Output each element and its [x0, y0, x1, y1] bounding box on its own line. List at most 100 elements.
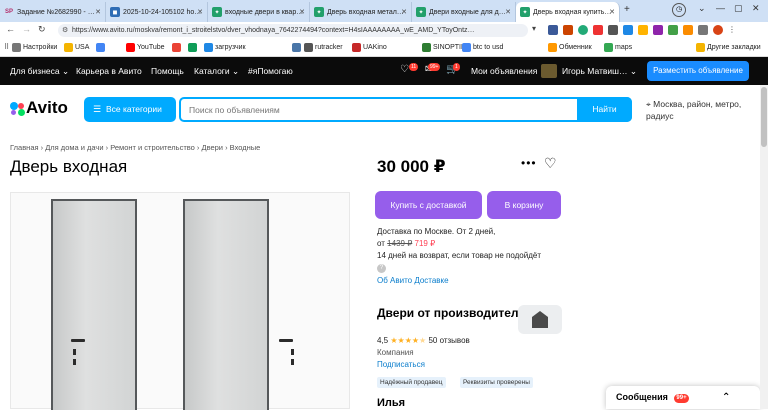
bookmark-item[interactable]: rutracker	[304, 43, 343, 52]
avito-logo[interactable]: Avito	[10, 98, 68, 118]
bookmark-item[interactable]: SINOPTIK	[422, 43, 466, 52]
user-menu[interactable]: Игорь Матвиш… ⌄	[562, 66, 637, 77]
url-text: https://www.avito.ru/moskva/remont_i_str…	[72, 27, 475, 34]
find-button[interactable]: Найти	[577, 97, 632, 122]
bookmark-item[interactable]: USA	[64, 43, 89, 52]
notifications-icon[interactable]: ♡	[400, 64, 409, 75]
bookmark-item[interactable]: загрузчик	[204, 43, 246, 52]
search-box: Найти	[179, 97, 632, 122]
favorite-heart-icon[interactable]: ♡	[544, 155, 557, 172]
my-ads-link[interactable]: Мои объявления	[471, 66, 537, 76]
bookmark-item[interactable]: Обменник	[548, 43, 592, 52]
chevron-up-icon[interactable]: ⌃	[722, 386, 730, 409]
bookmark-item[interactable]: maps	[604, 43, 632, 52]
extension-icon[interactable]	[653, 25, 663, 35]
door-handle	[279, 339, 293, 342]
bookmark-item[interactable]	[172, 43, 183, 52]
messages-widget[interactable]: Сообщения 99+ ⌃	[606, 386, 760, 409]
all-categories-button[interactable]: ☰ Все категории	[84, 97, 176, 122]
forward-icon[interactable]: →	[22, 24, 31, 34]
location-pin-icon: ⌖	[646, 99, 651, 109]
url-field[interactable]: ⚙ https://www.avito.ru/moskva/remont_i_s…	[58, 24, 528, 37]
extension-icon[interactable]	[593, 25, 603, 35]
buy-with-delivery-button[interactable]: Купить с доставкой	[375, 191, 482, 219]
extension-icon[interactable]	[578, 25, 588, 35]
question-icon[interactable]: ?	[377, 264, 386, 273]
minimize-icon[interactable]: —	[716, 3, 725, 13]
exchange-icon	[548, 43, 557, 52]
extension-icon[interactable]	[548, 25, 558, 35]
bookmark-item[interactable]: btc to usd	[462, 43, 503, 52]
help-link[interactable]: Помощь	[151, 66, 184, 76]
add-to-cart-button[interactable]: В корзину	[487, 191, 561, 219]
search-input[interactable]	[189, 103, 579, 117]
extension-icon[interactable]	[683, 25, 693, 35]
reload-icon[interactable]: ↻	[38, 24, 46, 35]
profile-avatar[interactable]	[713, 25, 723, 35]
dropdown-icon[interactable]: ▾	[532, 24, 536, 33]
breadcrumb[interactable]: Главная › Для дома и дачи › Ремонт и стр…	[10, 143, 260, 152]
seller-rating[interactable]: 4,5 ★★★★★ 50 отзывов	[377, 336, 470, 345]
browser-tab[interactable]: SP Задание №2682990 - … ✕	[0, 2, 106, 22]
browser-tab[interactable]: ✦ Двери входные для д… ✕	[412, 2, 516, 22]
bookmark-item[interactable]: Настройки	[12, 43, 57, 52]
close-icon[interactable]: ✕	[299, 8, 305, 16]
close-icon[interactable]: ✕	[197, 8, 203, 16]
address-bar-row: ← → ↻ ⚙ https://www.avito.ru/moskva/remo…	[0, 22, 768, 39]
extension-icon[interactable]	[638, 25, 648, 35]
apps-icon[interactable]: ⠿	[4, 43, 9, 51]
avatar[interactable]	[541, 64, 557, 78]
close-icon[interactable]: ✕	[609, 8, 615, 16]
close-icon[interactable]: ✕	[401, 8, 407, 16]
location-selector[interactable]: ⌖ Москва, район, метро, радиус	[646, 98, 761, 122]
rutracker-icon	[304, 43, 313, 52]
subscribe-link[interactable]: Подписаться	[377, 360, 425, 369]
photo-gallery[interactable]	[10, 192, 350, 410]
bookmarks-bar: ⠿ Настройки USA YouTube загрузчик rutrac…	[0, 39, 768, 57]
close-icon[interactable]: ✕	[95, 8, 101, 16]
extension-icon[interactable]	[623, 25, 633, 35]
site-info-icon[interactable]: ⚙	[62, 24, 68, 37]
extension-icon[interactable]	[563, 25, 573, 35]
back-icon[interactable]: ←	[6, 24, 15, 34]
bookmark-item[interactable]	[188, 43, 199, 52]
post-ad-button[interactable]: Разместить объявление	[647, 61, 749, 81]
extension-icon[interactable]	[608, 25, 618, 35]
browser-tab-bar: SP Задание №2682990 - … ✕ ◼ 2025-10-24-1…	[0, 0, 768, 22]
maximize-icon[interactable]: ▢	[734, 3, 743, 14]
helping-link[interactable]: #яПомогаю	[248, 66, 293, 76]
browser-tab[interactable]: ✦ входные двери в квар… ✕	[208, 2, 310, 22]
catalogs-link[interactable]: Каталоги ⌄	[194, 66, 239, 77]
bookmark-item[interactable]: YouTube	[126, 43, 165, 52]
bookmark-item[interactable]	[96, 43, 107, 52]
youtube-icon	[126, 43, 135, 52]
seller-logo[interactable]	[518, 305, 562, 334]
bookmark-item[interactable]: Другие закладки	[696, 43, 761, 52]
extensions-tray: ⋮	[548, 25, 758, 36]
avito-delivery-link[interactable]: Об Авито Доставке	[377, 276, 449, 285]
extension-icon[interactable]	[698, 25, 708, 35]
bookmark-item[interactable]: UAKino	[352, 43, 387, 52]
bookmark-item[interactable]	[292, 43, 303, 52]
scrollbar-thumb[interactable]	[761, 87, 767, 147]
tab-label: Дверь входная метал…	[327, 8, 404, 16]
notifications-badge: 11	[409, 63, 419, 71]
browser-tab[interactable]: ◼ 2025-10-24-105102 ho… ✕	[106, 2, 208, 22]
seller-name[interactable]: Двери от производителя	[377, 306, 526, 321]
chevron-down-icon[interactable]: ⌄	[698, 3, 706, 14]
close-icon[interactable]: ✕	[505, 8, 511, 16]
for-business-link[interactable]: Для бизнеса ⌄	[10, 66, 69, 77]
menu-icon[interactable]: ⋮	[728, 25, 736, 36]
drive-icon	[188, 43, 197, 52]
tab-favicon: ✦	[314, 7, 324, 17]
house-icon	[532, 311, 548, 328]
browser-tab[interactable]: ✦ Дверь входная метал… ✕	[310, 2, 412, 22]
window-close-icon[interactable]: ✕	[752, 3, 760, 14]
career-link[interactable]: Карьера в Авито	[76, 66, 142, 76]
door-handle	[71, 339, 85, 342]
clock-icon[interactable]: ◷	[672, 3, 686, 17]
more-options-icon[interactable]: •••	[521, 156, 537, 170]
new-tab-icon[interactable]: +	[624, 4, 630, 15]
browser-tab-active[interactable]: ✦ Дверь входная купить… ✕	[516, 2, 620, 22]
extension-icon[interactable]	[668, 25, 678, 35]
